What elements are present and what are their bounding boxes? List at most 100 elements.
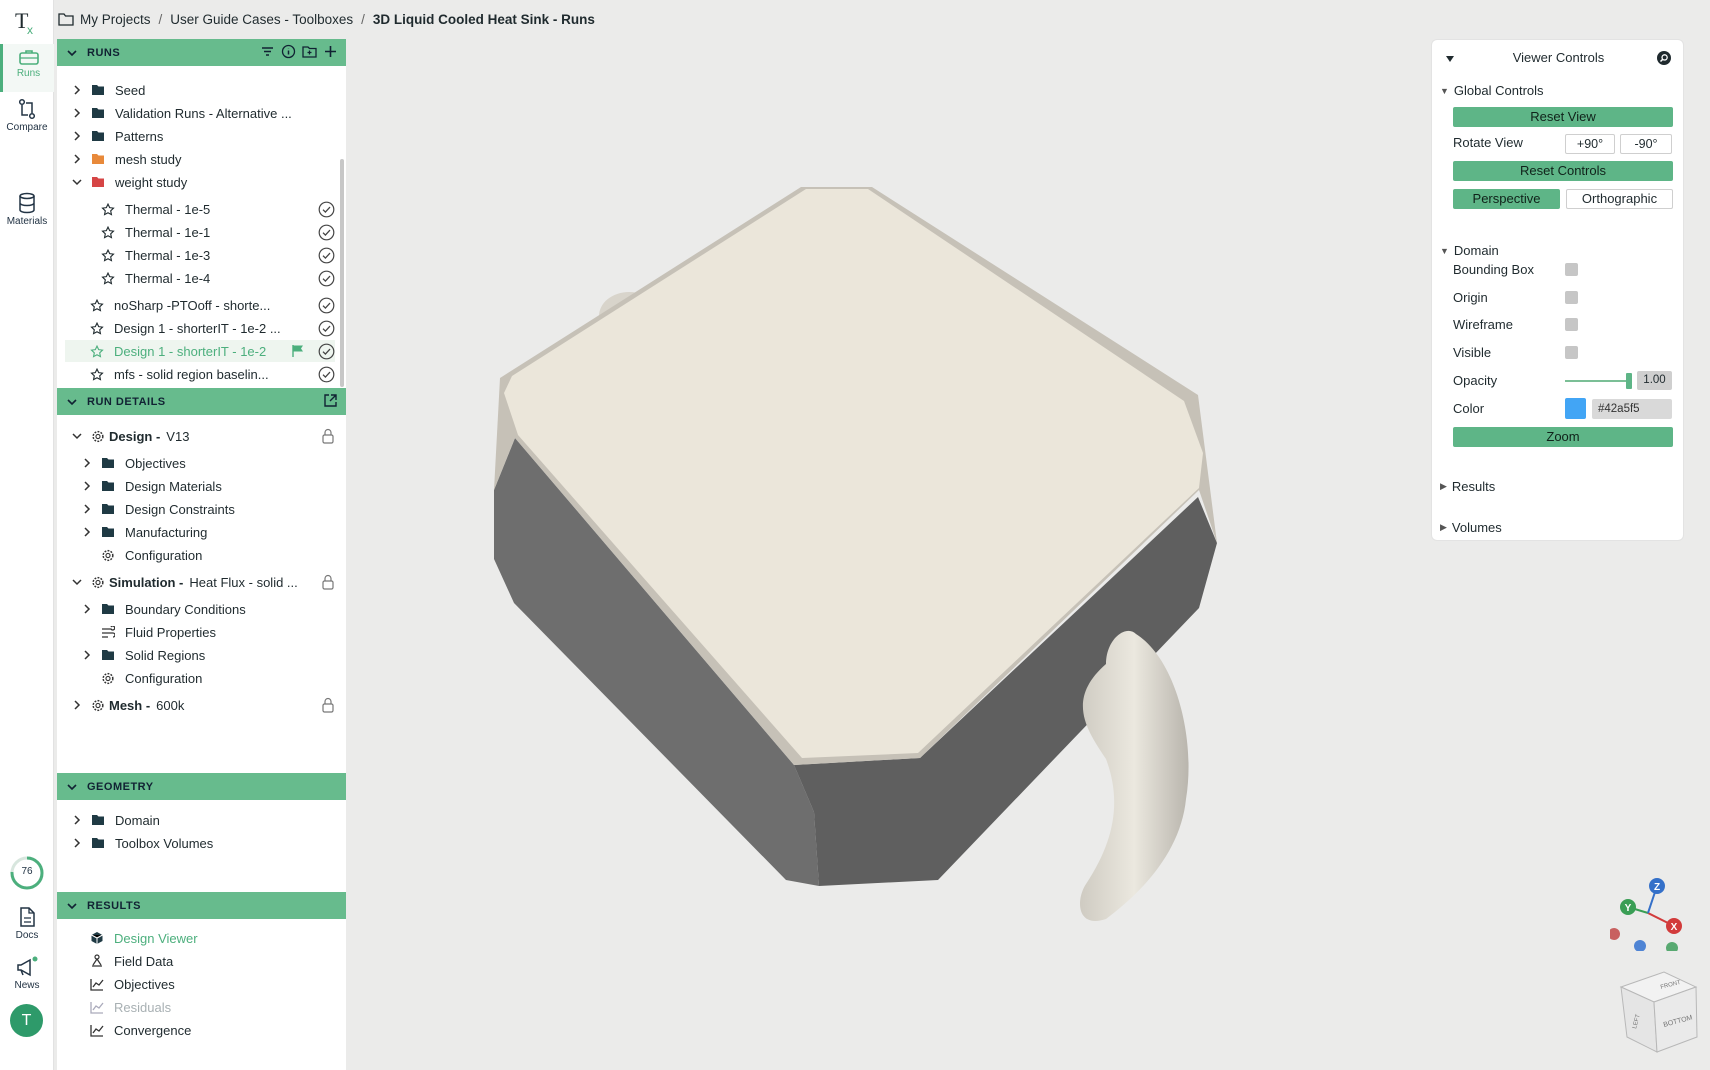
global-controls-toggle[interactable]: ▼ Global Controls [1440,83,1544,98]
neg-y-handle[interactable] [1666,942,1678,951]
geometry-item-toolbox-volumes[interactable]: Toolbox Volumes [71,832,331,854]
visible-checkbox[interactable] [1565,346,1578,359]
results-section-header[interactable]: RESULTS [57,892,346,919]
orthographic-button[interactable]: Orthographic [1566,189,1673,209]
bounding-box-checkbox[interactable] [1565,263,1578,276]
results-item-convergence[interactable]: Convergence [90,1019,330,1041]
perspective-button[interactable]: Perspective [1453,189,1560,209]
global-controls-label: Global Controls [1453,83,1544,98]
rail-materials-label: Materials [6,216,48,227]
simulation-node[interactable]: Simulation - Heat Flux - solid ... [71,571,335,593]
view-cube[interactable]: FRONT LEFT BOTTOM [1619,967,1699,1057]
new-folder-icon[interactable] [302,44,317,59]
rotate-minus-90-button[interactable]: -90° [1620,134,1672,154]
star-outline-icon [90,298,104,312]
open-external-icon[interactable] [323,393,338,408]
rail-compare-button[interactable]: Compare [0,94,54,142]
opacity-value[interactable]: 1.00 [1637,371,1672,390]
run-folder-validation[interactable]: Validation Runs - Alternative ... [71,102,331,124]
design-item-constraints[interactable]: Design Constraints [81,498,331,520]
reset-view-button[interactable]: Reset View [1453,107,1673,127]
rail-runs-button[interactable]: Runs [0,44,54,92]
search-zoom-icon[interactable] [1656,50,1672,66]
run-item[interactable]: Design 1 - shorterIT - 1e-2 ... [90,317,335,339]
star-outline-icon [101,271,115,285]
add-icon[interactable] [323,44,338,59]
run-folder-weight-study[interactable]: weight study [71,171,331,193]
rotate-plus-90-button[interactable]: +90° [1565,134,1615,154]
run-item[interactable]: Thermal - 1e-5 [101,198,335,220]
design-label: Design - [109,428,161,444]
run-item[interactable]: mfs - solid region baselin... [90,363,335,385]
geometry-item-domain[interactable]: Domain [71,809,331,831]
user-avatar[interactable]: T [10,1004,43,1037]
axis-gizmo[interactable]: Z Y X [1610,875,1688,951]
lock-icon[interactable] [321,574,335,590]
line-chart-icon [90,1024,104,1037]
opacity-label: Opacity [1453,373,1498,388]
runs-section-header[interactable]: RUNS [57,39,346,66]
results-item-design-viewer[interactable]: Design Viewer [90,927,330,949]
star-outline-icon [90,321,104,335]
run-item[interactable]: Thermal - 1e-1 [101,221,335,243]
simulation-item-configuration[interactable]: Configuration [101,667,331,689]
design-item-materials[interactable]: Design Materials [81,475,331,497]
info-icon[interactable] [281,44,296,59]
runs-scrollbar[interactable] [340,159,344,387]
geometry-item-label: Domain [115,812,160,828]
design-item-configuration[interactable]: Configuration [101,544,331,566]
design-item-label: Design Constraints [125,501,235,517]
nodes-icon [92,954,102,967]
neg-x-handle[interactable] [1610,928,1620,940]
run-folder-label: Patterns [115,128,164,144]
run-details-section-header[interactable]: RUN DETAILS [57,388,346,415]
results-item-field-data[interactable]: Field Data [90,950,330,972]
bounding-box-label: Bounding Box [1453,262,1534,277]
design-item-objectives[interactable]: Objectives [81,452,331,474]
geometry-section-header[interactable]: GEOMETRY [57,773,346,800]
opacity-slider-thumb[interactable] [1626,373,1632,389]
rail-docs-button[interactable]: Docs [0,902,54,950]
color-hex-field[interactable]: #42a5f5 [1592,399,1672,419]
lock-icon[interactable] [321,697,335,713]
run-item-selected[interactable]: Design 1 - shorterIT - 1e-2 [65,340,335,362]
rail-materials-button[interactable]: Materials [0,188,54,236]
breadcrumb-my-projects[interactable]: My Projects [80,12,151,27]
run-item[interactable]: Thermal - 1e-4 [101,267,335,289]
design-node[interactable]: Design - V13 [71,425,335,447]
design-item-manufacturing[interactable]: Manufacturing [81,521,331,543]
domain-toggle[interactable]: ▼ Domain [1440,243,1499,258]
folder-icon [102,481,114,491]
run-item[interactable]: Thermal - 1e-3 [101,244,335,266]
opacity-slider-track[interactable] [1565,380,1630,382]
zoom-button[interactable]: Zoom [1453,427,1673,447]
reset-controls-button[interactable]: Reset Controls [1453,161,1673,181]
rail-news-button[interactable]: News [0,952,54,1000]
geometry-title: GEOMETRY [87,780,154,793]
run-item-label: mfs - solid region baselin... [114,366,269,382]
chevron-down-icon [67,398,77,405]
simulation-item-label: Boundary Conditions [125,601,246,617]
run-item[interactable]: noSharp -PTOoff - shorte... [90,294,335,316]
run-folder-seed[interactable]: Seed [71,79,331,101]
color-swatch[interactable] [1565,398,1586,419]
simulation-item-solid[interactable]: Solid Regions [81,644,331,666]
run-folder-patterns[interactable]: Patterns [71,125,331,147]
simulation-item-fluid[interactable]: Fluid Properties [101,621,331,643]
lock-icon[interactable] [321,428,335,444]
origin-checkbox[interactable] [1565,291,1578,304]
app-logo[interactable]: T x [13,6,41,36]
volumes-toggle[interactable]: ▶ Volumes [1440,520,1502,535]
breadcrumb-toolboxes[interactable]: User Guide Cases - Toolboxes [170,12,353,27]
neg-z-handle[interactable] [1634,940,1646,951]
run-folder-mesh-study[interactable]: mesh study [71,148,331,170]
chevron-down-icon [72,579,82,586]
volumes-label: Volumes [1451,520,1502,535]
filter-icon[interactable] [260,44,275,59]
results-item-objectives[interactable]: Objectives [90,973,330,995]
results-toggle[interactable]: ▶ Results [1440,479,1495,494]
simulation-item-boundary[interactable]: Boundary Conditions [81,598,331,620]
flag-icon[interactable] [291,344,305,358]
wireframe-checkbox[interactable] [1565,318,1578,331]
mesh-node[interactable]: Mesh - 600k [71,694,335,716]
